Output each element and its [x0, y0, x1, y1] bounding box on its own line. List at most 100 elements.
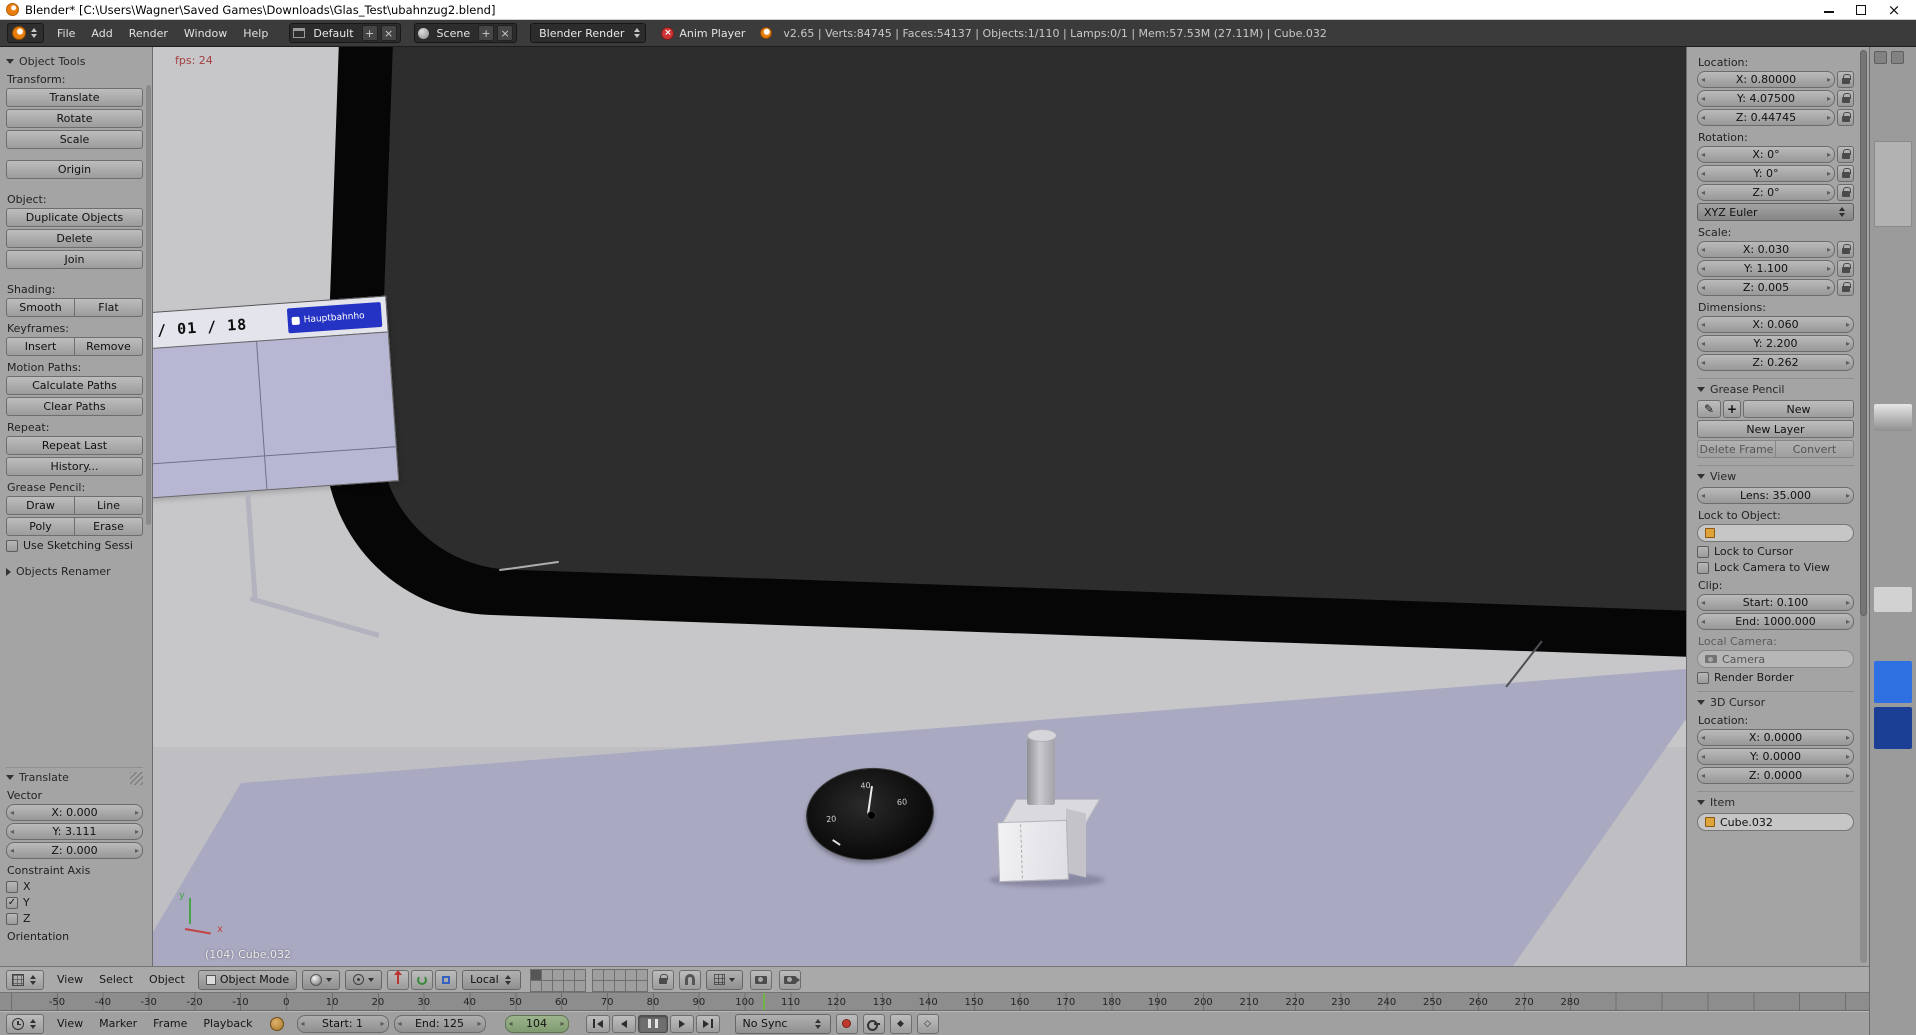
stepper-left-icon[interactable]: ◂ — [1698, 617, 1708, 626]
axis-z-checkbox[interactable]: Z — [6, 912, 143, 925]
stepper-left-icon[interactable]: ◂ — [1698, 283, 1708, 292]
info-editor-type-button[interactable] — [7, 23, 44, 43]
item-name-field[interactable]: Cube.032 — [1697, 813, 1854, 831]
convert-button[interactable]: Convert — [1776, 440, 1854, 458]
flat-button[interactable]: Flat — [75, 298, 143, 317]
opengl-render-anim-button[interactable] — [779, 970, 801, 990]
rotation-mode-dropdown[interactable]: XYZ Euler — [1697, 203, 1854, 221]
view-panel-header[interactable]: View — [1697, 465, 1854, 483]
timeline-menu-marker[interactable]: Marker — [91, 1014, 145, 1033]
lock-object-field[interactable] — [1697, 524, 1854, 542]
jump-to-end-button[interactable] — [696, 1015, 720, 1033]
scale-x-field-lock-icon[interactable] — [1837, 241, 1854, 258]
calculate-paths-button[interactable]: Calculate Paths — [6, 376, 143, 395]
repeat-last-button[interactable]: Repeat Last — [6, 436, 143, 455]
next-keyframe-button[interactable] — [670, 1015, 694, 1033]
shading-dropdown[interactable] — [302, 970, 340, 990]
clear-paths-button[interactable]: Clear Paths — [6, 397, 143, 416]
record-button[interactable] — [836, 1014, 858, 1034]
stepper-right-icon[interactable]: ▸ — [1843, 771, 1853, 780]
lock-camera-checkbox[interactable]: Lock Camera to View — [1697, 561, 1854, 574]
lens-field[interactable]: ◂Lens: 35.000▸ — [1697, 487, 1854, 504]
stepper-left-icon[interactable]: ◂ — [298, 1019, 308, 1028]
stepper-right-icon[interactable]: ▸ — [1824, 75, 1834, 84]
delete-keyframe-button[interactable]: ◇ — [917, 1014, 939, 1034]
frame-start-field[interactable]: ◂ Start: 1 ▸ — [297, 1015, 389, 1033]
lock-to-cursor-checkbox[interactable]: Lock to Cursor — [1697, 545, 1854, 558]
add-layout-button[interactable]: + — [362, 25, 378, 41]
scale-x-field[interactable]: ◂X: 0.030▸ — [1697, 241, 1835, 258]
viewport-menu-object[interactable]: Object — [141, 970, 193, 989]
remove-button[interactable]: Remove — [75, 337, 143, 356]
stepper-left-icon[interactable]: ◂ — [1698, 188, 1708, 197]
checkbox[interactable] — [6, 540, 18, 552]
join-button[interactable]: Join — [6, 250, 143, 269]
close-layout-button[interactable]: × — [381, 25, 397, 41]
destination-sign[interactable]: 04 / 01 / 18 Hauptbahnho — [153, 296, 399, 501]
location-y-field[interactable]: ◂Y: 4.07500▸ — [1697, 90, 1835, 107]
dimensions-y-field[interactable]: ◂Y: 2.200▸ — [1697, 335, 1854, 352]
previous-keyframe-button[interactable] — [612, 1015, 636, 1033]
toolshelf-scrollbar[interactable] — [146, 85, 151, 525]
delete-frame-button[interactable]: Delete Frame — [1697, 440, 1776, 458]
stepper-right-icon[interactable]: ▸ — [1824, 245, 1834, 254]
location-y-field-lock-icon[interactable] — [1837, 90, 1854, 107]
stepper-right-icon[interactable]: ▸ — [378, 1019, 388, 1028]
menu-file[interactable]: File — [49, 24, 83, 43]
vector-y-field[interactable]: ◂Y: 3.111▸ — [6, 823, 143, 840]
viewport-menu-select[interactable]: Select — [91, 970, 141, 989]
train-window[interactable] — [319, 47, 1686, 661]
stepper-left-icon[interactable]: ◂ — [1698, 598, 1708, 607]
objects-renamer-panel-header[interactable]: Objects Renamer — [6, 565, 143, 578]
scale-button[interactable]: Scale — [6, 130, 143, 149]
frame-end-field[interactable]: ◂ End: 125 ▸ — [394, 1015, 486, 1033]
scale-y-field-lock-icon[interactable] — [1837, 260, 1854, 277]
manipulator-rotate-toggle[interactable] — [411, 970, 433, 990]
cursor-z-field[interactable]: ◂Z: 0.0000▸ — [1697, 767, 1854, 784]
axis-y-checkbox[interactable]: ✓Y — [6, 896, 143, 909]
vector-x-field[interactable]: ◂X: 0.000▸ — [6, 804, 143, 821]
lever-base-side[interactable] — [1066, 809, 1086, 878]
stepper-left-icon[interactable]: ◂ — [1698, 264, 1708, 273]
layer-toggle[interactable] — [636, 980, 648, 992]
jump-to-start-button[interactable] — [586, 1015, 610, 1033]
lock-scene-button[interactable] — [652, 970, 674, 990]
stepper-right-icon[interactable]: ▸ — [132, 846, 142, 855]
stepper-left-icon[interactable]: ◂ — [1698, 339, 1708, 348]
stepper-right-icon[interactable]: ▸ — [558, 1019, 568, 1028]
stepper-left-icon[interactable]: ◂ — [1698, 320, 1708, 329]
current-frame-field[interactable]: ◂ 104 ▸ — [505, 1015, 569, 1033]
render-border-checkbox[interactable]: Render Border — [1697, 671, 1854, 684]
stepper-right-icon[interactable]: ▸ — [1843, 358, 1853, 367]
rotation-y-field-lock-icon[interactable] — [1837, 165, 1854, 182]
checkbox[interactable] — [1697, 672, 1709, 684]
origin-button[interactable]: Origin — [6, 160, 143, 179]
translate-panel-header[interactable]: Translate — [6, 767, 143, 784]
smooth-button[interactable]: Smooth — [6, 298, 75, 317]
clip-start-field[interactable]: ◂Start: 0.100▸ — [1697, 594, 1854, 611]
screen-layout-selector[interactable]: Default + × — [289, 23, 400, 43]
stepper-right-icon[interactable]: ▸ — [1843, 752, 1853, 761]
checkbox[interactable] — [1697, 562, 1709, 574]
location-x-field[interactable]: ◂X: 0.80000▸ — [1697, 71, 1835, 88]
clip-end-field[interactable]: ◂End: 1000.000▸ — [1697, 613, 1854, 630]
sign-pole-2[interactable] — [249, 596, 379, 638]
stepper-right-icon[interactable]: ▸ — [1843, 733, 1853, 742]
insert-keyframe-button[interactable]: ◆ — [890, 1014, 912, 1034]
opengl-render-button[interactable] — [750, 970, 772, 990]
local-camera-field[interactable]: Camera — [1697, 650, 1854, 668]
poly-button[interactable]: Poly — [6, 517, 75, 536]
erase-button[interactable]: Erase — [75, 517, 143, 536]
stepper-right-icon[interactable]: ▸ — [1843, 617, 1853, 626]
timeline-menu-playback[interactable]: Playback — [195, 1014, 260, 1033]
rotation-x-field[interactable]: ◂X: 0°▸ — [1697, 146, 1835, 163]
scale-z-field-lock-icon[interactable] — [1837, 279, 1854, 296]
duplicate-objects-button[interactable]: Duplicate Objects — [6, 208, 143, 227]
stepper-left-icon[interactable]: ◂ — [1698, 245, 1708, 254]
stepper-right-icon[interactable]: ▸ — [1843, 339, 1853, 348]
stepper-left-icon[interactable]: ◂ — [1698, 491, 1708, 500]
grease-pencil-draw-icon-button[interactable]: ✎ — [1697, 400, 1721, 418]
stepper-left-icon[interactable]: ◂ — [1698, 733, 1708, 742]
insert-button[interactable]: Insert — [6, 337, 75, 356]
line-button[interactable]: Line — [75, 496, 143, 515]
